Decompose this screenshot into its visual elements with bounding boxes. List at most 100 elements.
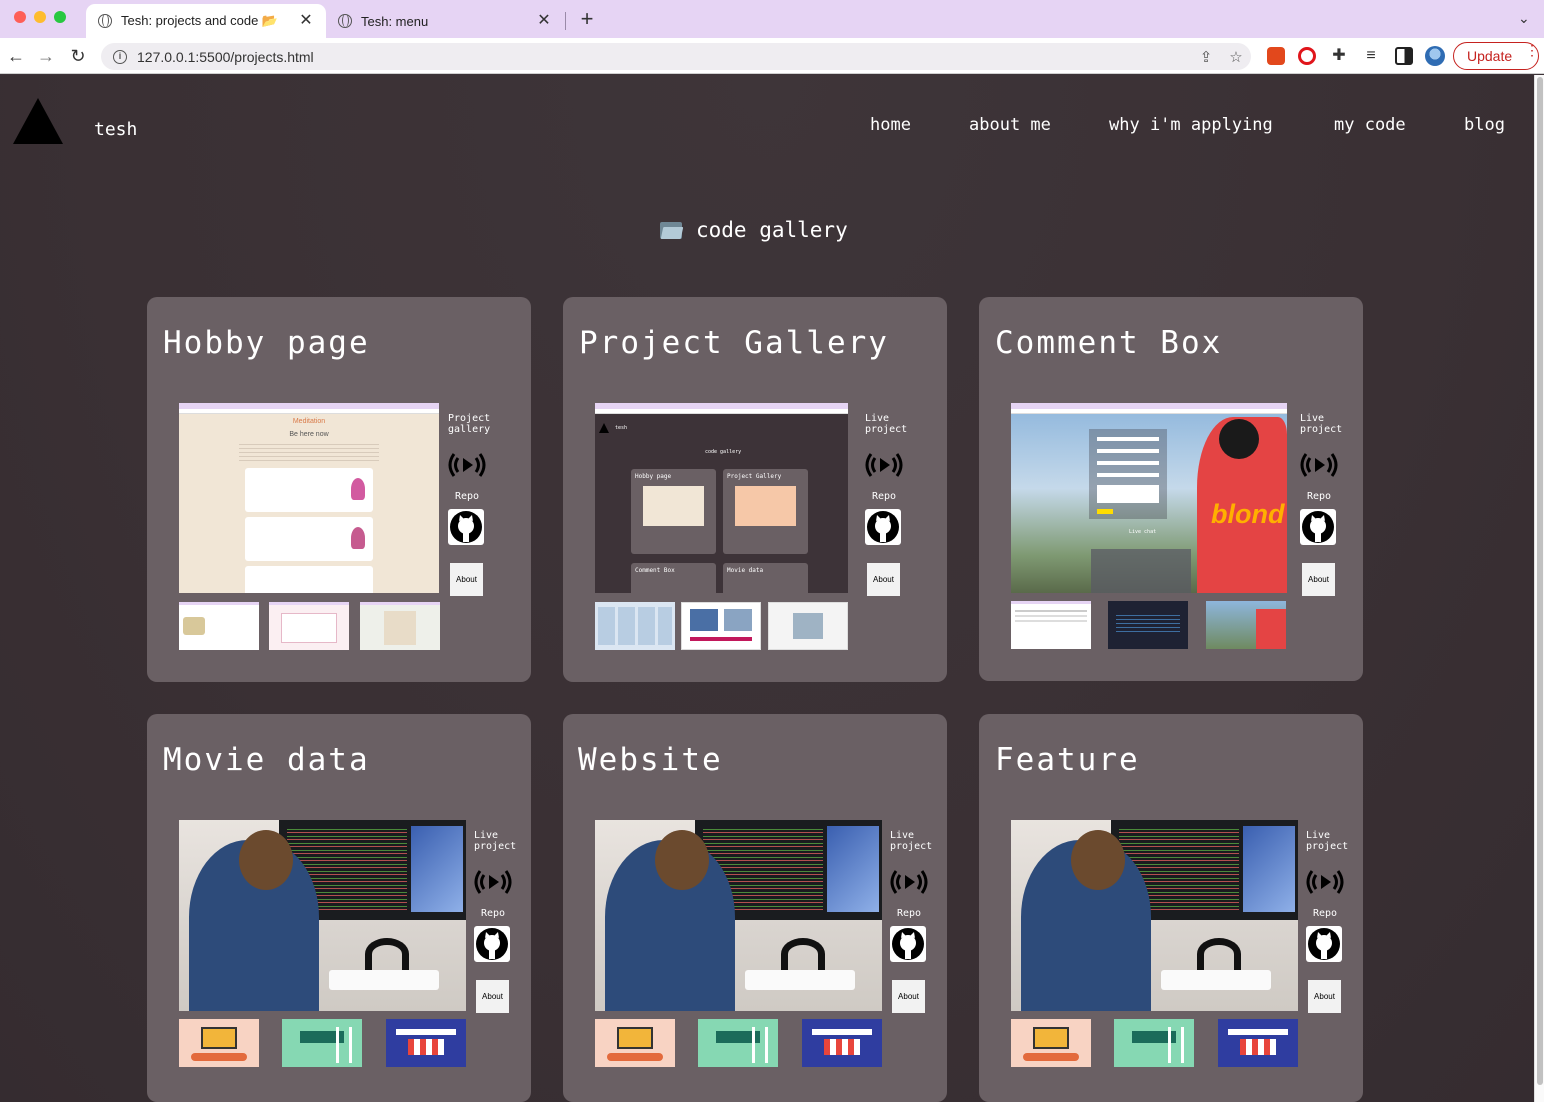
nav-why-applying[interactable]: why i'm applying <box>1109 115 1273 135</box>
thumbnail[interactable] <box>360 602 440 650</box>
live-project-label[interactable]: Live project <box>882 830 936 852</box>
repo-label[interactable]: Repo <box>857 491 911 502</box>
nav-about-me[interactable]: about me <box>969 115 1051 135</box>
about-button[interactable]: About <box>450 563 483 596</box>
logo-triangle-icon[interactable] <box>13 98 63 144</box>
window-minimize-button[interactable] <box>34 11 46 23</box>
mini-subtitle: Be here now <box>289 431 329 438</box>
github-icon[interactable] <box>474 926 510 962</box>
thumbnail[interactable] <box>1206 601 1286 649</box>
github-icon[interactable] <box>1300 509 1336 545</box>
tab-title: Tesh: projects and code 📂 <box>121 13 279 28</box>
close-icon[interactable]: ✕ <box>536 13 552 29</box>
repo-label[interactable]: Repo <box>466 908 520 919</box>
thumbnail[interactable] <box>802 1019 882 1067</box>
thumbnail[interactable] <box>698 1019 778 1067</box>
live-broadcast-icon[interactable] <box>471 868 515 896</box>
thumbnail[interactable] <box>768 602 848 650</box>
repo-label[interactable]: Repo <box>1298 908 1352 919</box>
extension-icon[interactable] <box>1267 47 1285 65</box>
live-project-label[interactable]: Live project <box>1292 413 1346 435</box>
live-project-label[interactable]: Project gallery <box>440 413 494 435</box>
card-title: Comment Box <box>995 325 1223 361</box>
github-icon[interactable] <box>448 509 484 545</box>
reload-button[interactable]: ↻ <box>66 44 90 68</box>
puzzle-icon[interactable]: ✚ <box>1330 47 1348 65</box>
screenshot-meditation-page[interactable]: Meditation Be here now <box>179 403 439 593</box>
about-button[interactable]: About <box>892 980 925 1013</box>
forward-button[interactable]: → <box>34 44 58 68</box>
new-tab-button[interactable]: + <box>576 8 598 32</box>
project-card-hobby-page: Hobby page Meditation Be here now Projec… <box>147 297 531 682</box>
side-panel-icon[interactable] <box>1395 47 1413 65</box>
browser-tab-strip: Tesh: projects and code 📂 ✕ Tesh: menu ✕… <box>0 0 1544 38</box>
tab-menu[interactable]: Tesh: menu ✕ <box>326 4 564 38</box>
nav-home[interactable]: home <box>870 115 911 135</box>
tab-projects[interactable]: Tesh: projects and code 📂 ✕ <box>86 4 326 38</box>
gallery-title-text: code gallery <box>696 218 848 242</box>
live-broadcast-icon[interactable] <box>1297 451 1341 479</box>
update-button[interactable]: Update ⋮ <box>1453 42 1539 70</box>
thumbnail[interactable] <box>282 1019 362 1067</box>
card-actions: Live project Repo About <box>1292 413 1346 603</box>
thumbnail[interactable] <box>681 602 761 650</box>
live-broadcast-icon[interactable] <box>887 868 931 896</box>
mini-brand: tesh <box>615 425 628 431</box>
screenshot-code-gallery-page[interactable]: tesh code gallery Hobby page Project Gal… <box>595 403 848 593</box>
repo-label[interactable]: Repo <box>440 491 494 502</box>
screenshot-developer-photo[interactable] <box>595 820 882 1011</box>
nav-blog[interactable]: blog <box>1464 115 1505 135</box>
live-broadcast-icon[interactable] <box>862 451 906 479</box>
repo-label[interactable]: Repo <box>1292 491 1346 502</box>
thumbnail[interactable] <box>1108 601 1188 649</box>
thumbnail[interactable] <box>1218 1019 1298 1067</box>
live-broadcast-icon[interactable] <box>1303 868 1347 896</box>
info-icon[interactable]: i <box>113 49 127 64</box>
github-icon[interactable] <box>1306 926 1342 962</box>
thumbnail[interactable] <box>386 1019 466 1067</box>
window-zoom-button[interactable] <box>54 11 66 23</box>
thumbnail[interactable] <box>595 1019 675 1067</box>
opera-icon[interactable] <box>1298 47 1316 65</box>
chevron-down-icon[interactable]: ⌄ <box>1518 10 1530 27</box>
live-project-label[interactable]: Live project <box>466 830 520 852</box>
thumbnail[interactable] <box>595 602 675 650</box>
live-project-label[interactable]: Live project <box>857 413 911 435</box>
more-menu-icon[interactable]: ⋮ <box>1525 43 1539 57</box>
thumbnail[interactable] <box>179 1019 259 1067</box>
thumbnail[interactable] <box>179 602 259 650</box>
thumbnail[interactable] <box>1114 1019 1194 1067</box>
about-button[interactable]: About <box>867 563 900 596</box>
mini-chat-label: Live chat <box>1129 529 1157 535</box>
about-button[interactable]: About <box>1308 980 1341 1013</box>
profile-avatar[interactable] <box>1425 46 1445 66</box>
github-icon[interactable] <box>865 509 901 545</box>
about-button[interactable]: About <box>1302 563 1335 596</box>
scrollbar-thumb[interactable] <box>1537 77 1543 1085</box>
back-button[interactable]: ← <box>4 44 28 68</box>
card-actions: Project gallery Repo About <box>440 413 494 603</box>
live-broadcast-icon[interactable] <box>445 451 489 479</box>
window-close-button[interactable] <box>14 11 26 23</box>
screenshot-developer-photo[interactable] <box>179 820 466 1011</box>
live-project-label[interactable]: Live project <box>1298 830 1352 852</box>
media-queue-icon[interactable]: ≡ <box>1362 47 1380 65</box>
url-text[interactable]: 127.0.0.1:5500/projects.html <box>137 49 1191 65</box>
thumbnail[interactable] <box>1011 601 1091 649</box>
vertical-scrollbar[interactable] <box>1534 75 1544 1102</box>
share-icon[interactable]: ⇪ <box>1191 48 1221 66</box>
close-icon[interactable]: ✕ <box>298 13 314 29</box>
thumbnail[interactable] <box>269 602 349 650</box>
project-card-comment-box: Comment Box Live chat blond Live project <box>979 297 1363 681</box>
repo-label[interactable]: Repo <box>882 908 936 919</box>
screenshot-comment-box-page[interactable]: Live chat blond <box>1011 403 1287 593</box>
card-actions: Live project Repo About <box>1298 830 1352 1020</box>
bookmark-star-icon[interactable]: ☆ <box>1221 48 1251 66</box>
thumbnail[interactable] <box>1011 1019 1091 1067</box>
about-button[interactable]: About <box>476 980 509 1013</box>
nav-my-code[interactable]: my code <box>1334 115 1406 135</box>
site-brand[interactable]: tesh <box>94 119 137 140</box>
github-icon[interactable] <box>890 926 926 962</box>
screenshot-developer-photo[interactable] <box>1011 820 1298 1011</box>
address-bar[interactable]: i 127.0.0.1:5500/projects.html ⇪ ☆ <box>101 43 1251 70</box>
